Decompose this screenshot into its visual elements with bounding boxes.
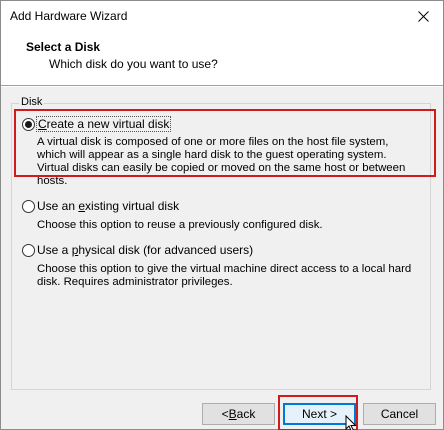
option-use-existing-label[interactable]: Use an existing virtual disk (37, 199, 179, 213)
highlight-create-new (14, 109, 436, 177)
wizard-window: Add Hardware Wizard Select a Disk Which … (0, 0, 444, 430)
option-label-rest: hysical disk (for advanced users) (78, 243, 254, 257)
mouse-cursor-icon (345, 415, 357, 430)
option-physical-disk-label[interactable]: Use a physical disk (for advanced users) (37, 243, 253, 257)
radio-use-existing[interactable] (22, 200, 35, 213)
back-button[interactable]: < Back (202, 403, 275, 425)
back-button-rest: ack (236, 407, 256, 421)
title-bar[interactable]: Add Hardware Wizard (1, 1, 443, 31)
close-icon (417, 10, 429, 22)
wizard-header: Select a Disk Which disk do you want to … (1, 31, 443, 86)
option-label-prefix: Use a (37, 243, 72, 257)
option-physical-disk-desc: Choose this option to give the virtual m… (37, 263, 412, 288)
page-subtitle: Which disk do you want to use? (49, 57, 218, 71)
option-label-prefix: Use an (37, 199, 79, 213)
window-title: Add Hardware Wizard (10, 9, 128, 23)
option-label-rest: xisting virtual disk (85, 199, 180, 213)
disk-group-label: Disk (19, 96, 45, 108)
option-use-existing-desc: Choose this option to reuse a previously… (37, 219, 323, 231)
back-button-access: B (228, 407, 237, 421)
back-button-prefix: < (221, 407, 229, 421)
page-title: Select a Disk (26, 40, 101, 54)
radio-physical-disk[interactable] (22, 244, 35, 257)
wizard-body: Disk Create a new virtual disk A virtual… (1, 87, 443, 430)
cancel-button[interactable]: Cancel (363, 403, 436, 425)
close-button[interactable] (403, 1, 443, 31)
